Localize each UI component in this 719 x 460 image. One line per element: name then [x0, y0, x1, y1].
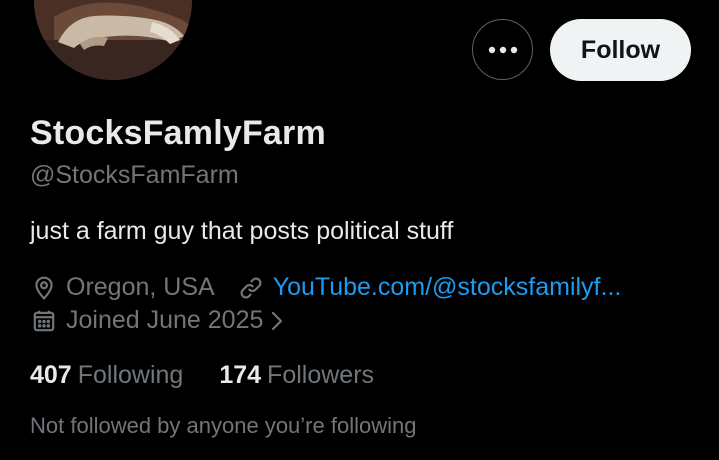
- bio: just a farm guy that posts political stu…: [30, 217, 454, 245]
- avatar-image: [34, 0, 192, 80]
- followers-link[interactable]: 174 Followers: [219, 361, 374, 390]
- website-link[interactable]: YouTube.com/@stocksfamilyf...: [273, 273, 622, 302]
- ellipsis-icon: [488, 46, 517, 53]
- link-icon: [237, 274, 265, 302]
- user-handle: @StocksFamFarm: [30, 161, 239, 189]
- location-pin-icon: [30, 274, 58, 302]
- follow-stats: 407 Following 174 Followers: [30, 361, 410, 390]
- profile-meta-row: Oregon, USA YouTube.com/@stocksfamilyf..…: [30, 273, 621, 302]
- profile-meta-row-joined: Joined June 2025: [30, 306, 285, 335]
- joined-date: Joined June 2025: [66, 306, 264, 334]
- avatar[interactable]: [34, 0, 192, 80]
- following-count: 407: [30, 361, 72, 389]
- followed-by-note: Not followed by anyone you’re following: [30, 413, 417, 438]
- following-label: Following: [77, 361, 184, 389]
- display-name: StocksFamlyFarm: [30, 114, 326, 152]
- followers-label: Followers: [267, 361, 375, 389]
- location-text: Oregon, USA: [66, 273, 215, 301]
- follow-button[interactable]: Follow: [550, 19, 691, 81]
- following-link[interactable]: 407 Following: [30, 361, 183, 390]
- calendar-icon: [30, 307, 58, 335]
- more-options-button[interactable]: [472, 19, 533, 80]
- chevron-right-icon[interactable]: [269, 309, 285, 333]
- followers-count: 174: [219, 361, 262, 389]
